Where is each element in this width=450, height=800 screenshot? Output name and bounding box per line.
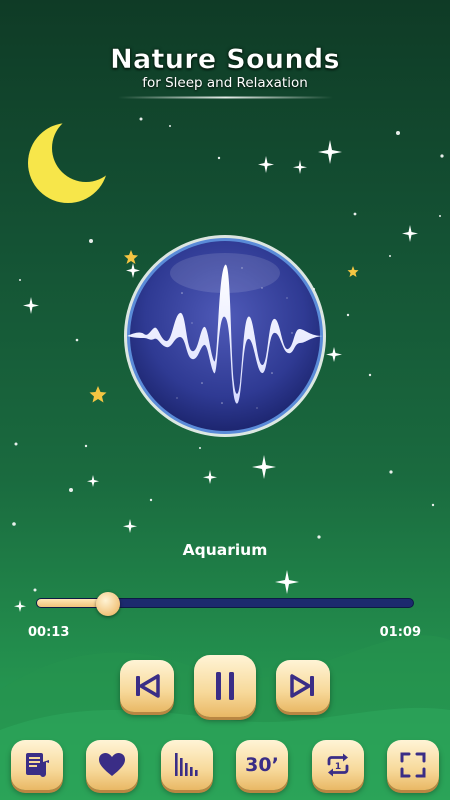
moon-icon: [28, 123, 108, 203]
app-header: Nature Sounds for Sleep and Relaxation: [0, 44, 450, 91]
sound-wave-orb: [124, 235, 326, 437]
repeat-one-icon: 1: [327, 753, 349, 777]
skip-previous-icon: [136, 674, 160, 698]
sleep-timer-button[interactable]: 30’: [236, 740, 288, 790]
title-underline: [118, 96, 333, 99]
playlist-button[interactable]: [11, 740, 63, 790]
equalizer-button[interactable]: [161, 740, 213, 790]
sleep-timer-label: 30’: [245, 754, 279, 776]
app-subtitle: for Sleep and Relaxation: [142, 75, 308, 91]
progress-bar[interactable]: [36, 592, 414, 616]
repeat-button[interactable]: 1: [312, 740, 364, 790]
skip-next-icon: [290, 674, 314, 698]
favorite-button[interactable]: [86, 740, 138, 790]
fullscreen-button[interactable]: [387, 740, 439, 790]
total-time: 01:09: [379, 625, 421, 640]
pause-button[interactable]: [194, 655, 256, 717]
app-title: Nature Sounds: [110, 44, 340, 76]
fullscreen-icon: [400, 752, 426, 778]
playlist-music-icon: [26, 753, 49, 777]
next-button[interactable]: [276, 660, 330, 712]
previous-button[interactable]: [120, 660, 174, 712]
svg-text:1: 1: [335, 762, 341, 772]
equalizer-icon: [175, 753, 198, 776]
elapsed-time: 00:13: [28, 625, 70, 640]
track-name: Aquarium: [182, 541, 268, 559]
pause-icon: [216, 672, 234, 700]
heart-icon: [99, 753, 125, 776]
